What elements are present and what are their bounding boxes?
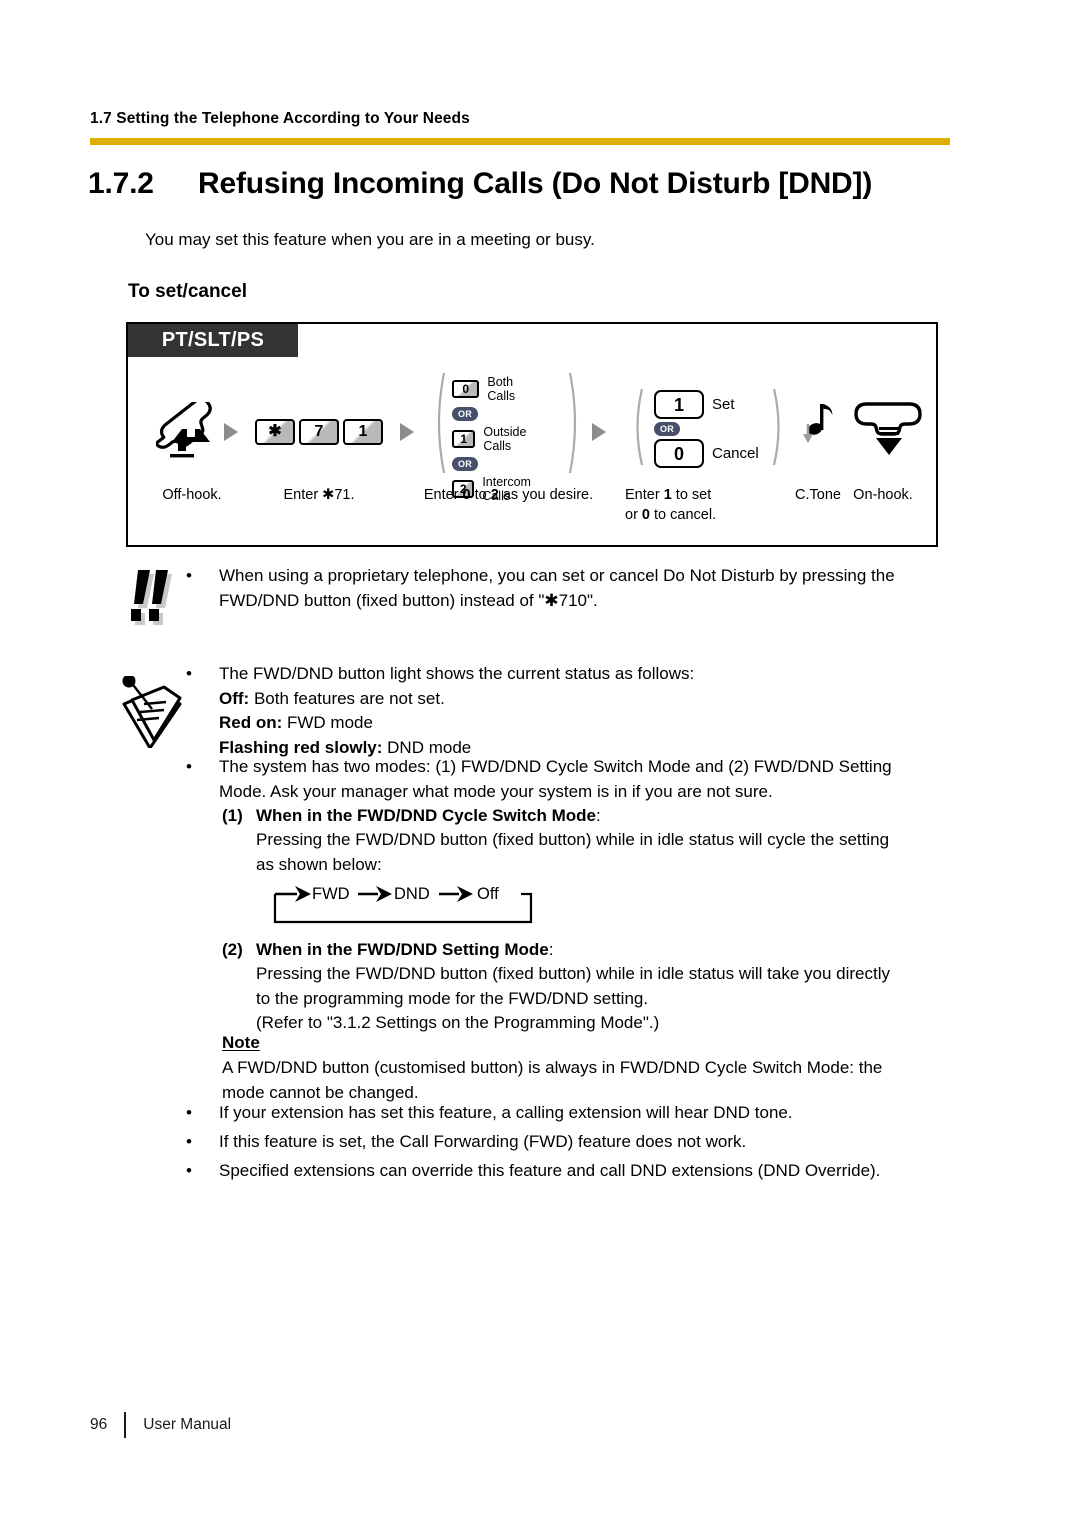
tail-bullet-3: Specified extensions can override this f… [219, 1161, 881, 1180]
confirmation-tone-icon [800, 402, 836, 451]
key-7[interactable]: 7 [299, 419, 339, 445]
cap-prefix: Enter [423, 487, 463, 503]
mode2-body-line-3: (Refer to "3.1.2 Settings on the Program… [256, 1013, 660, 1033]
note-bullet-1: • [186, 664, 192, 683]
tail-bullet-dot-1: • [186, 1103, 192, 1122]
key-star[interactable]: ✱ [255, 419, 295, 445]
option-row-both-calls[interactable]: 0 Both Calls [452, 375, 539, 403]
key-1-set[interactable]: 1 [654, 390, 704, 419]
status-off: Off: Both features are not set. [219, 687, 959, 712]
tail-bullet-1: If your extension has set this feature, … [219, 1103, 793, 1122]
cycle-label-fwd: FWD [312, 885, 350, 903]
option-label-cancel: Cancel [712, 445, 759, 462]
warning-line-1: When using a proprietary telephone, you … [219, 566, 895, 585]
option-row-set[interactable]: 1 Set [654, 390, 759, 419]
cap3-suffix: to cancel. [650, 506, 717, 523]
tail-bullet-dot-3: • [186, 1161, 192, 1180]
footer-separator [124, 1412, 127, 1438]
mode2-number: (2) [222, 940, 243, 959]
step-caption-enter-star71: Enter ✱71. [283, 487, 355, 503]
cap2-b: 1 [663, 487, 672, 503]
double-exclamation-icon [122, 568, 182, 635]
note-status-intro: The FWD/DND button light shows the curre… [219, 664, 695, 683]
option-label-both-calls: Both Calls [487, 375, 516, 403]
key-0[interactable]: 0 [452, 380, 480, 398]
header-rule [90, 138, 950, 145]
mode2-body-line-2: to the programming mode for the FWD/DND … [256, 988, 649, 1008]
note-status-block: The FWD/DND button light shows the curre… [219, 662, 959, 761]
cap2-prefix: Enter [625, 487, 664, 503]
tail-bullet-2: If this feature is set, the Call Forward… [219, 1132, 747, 1151]
cap-mid: to [470, 487, 491, 503]
mode2-heading: When in the FWD/DND Setting Mode: [256, 940, 553, 960]
fwd-dnd-cycle-diagram: FWD DND Off [255, 880, 545, 933]
option-row-outside-calls[interactable]: 1 Outside Calls [452, 425, 539, 453]
cycle-label-dnd: DND [394, 885, 430, 903]
procedure-box: PT/SLT/PS Off-hook. ✱ 7 1 Enter ✱71. 0 B… [126, 322, 938, 547]
step-arrow-1-icon [224, 423, 238, 441]
page-title-number: 1.7.2 [88, 167, 154, 200]
section-subheading: To set/cancel [128, 281, 247, 302]
notepad-pen-icon [118, 674, 184, 753]
step-caption-enter-0-to-2: Enter 0 to 2 as you desire. [411, 486, 606, 506]
mode2-body-line-1: Pressing the FWD/DND button (fixed butto… [256, 964, 890, 983]
warning-bullet: • [186, 566, 192, 585]
step-caption-onhook: On-hook. [853, 487, 913, 503]
two-modes-line-1: The system has two modes: (1) FWD/DND Cy… [219, 757, 892, 776]
note-body-line-1: A FWD/DND button (customised button) is … [222, 1058, 883, 1077]
note-title: Note [222, 1033, 260, 1052]
or-badge-1: OR [452, 407, 478, 421]
tail-bullet-dot-2: • [186, 1132, 192, 1151]
step-arrow-2-icon [400, 423, 414, 441]
warning-text: When using a proprietary telephone, you … [219, 564, 959, 613]
cap-b1: 0 [462, 487, 471, 503]
cap3-b: 0 [641, 506, 650, 523]
note-two-modes: The system has two modes: (1) FWD/DND Cy… [219, 755, 964, 804]
option-row-cancel[interactable]: 0 Cancel [654, 439, 759, 468]
phone-type-badge: PT/SLT/PS [128, 324, 298, 357]
mode1-heading-text: When in the FWD/DND Cycle Switch Mode [256, 806, 597, 825]
cap-suffix: as you desire. [498, 487, 594, 503]
cap2-suffix: to set [671, 487, 712, 503]
footer-doc-name: User Manual [143, 1416, 232, 1433]
status-red-on-label: Red on: [219, 713, 283, 733]
keypad-star71: ✱ 7 1 [255, 419, 383, 445]
or-badge-2: OR [452, 457, 478, 471]
running-head: 1.7 Setting the Telephone According to Y… [90, 110, 470, 127]
page-title: 1.7.2 Refusing Incoming Calls (Do Not Dis… [88, 167, 872, 201]
handset-onhook-icon [850, 396, 926, 463]
two-modes-line-2: Mode. Ask your manager what mode your sy… [219, 781, 773, 801]
mode1-number: (1) [222, 806, 243, 825]
mode1-body: Pressing the FWD/DND button (fixed butto… [256, 828, 956, 877]
handset-offhook-icon [154, 397, 228, 469]
key-1[interactable]: 1 [452, 430, 476, 448]
status-red-on: Red on: FWD mode [219, 711, 959, 736]
option-label-outside-calls: Outside Calls [483, 425, 527, 453]
mode1-body-line-2: as shown below: [256, 854, 382, 874]
warning-line-2: FWD/DND button (fixed button) instead of… [219, 590, 598, 610]
option-label-set: Set [712, 396, 735, 413]
status-off-label: Off: [219, 688, 250, 708]
or-badge-3: OR [654, 422, 680, 436]
step-arrow-3-icon [592, 423, 606, 441]
key-1[interactable]: 1 [343, 419, 383, 445]
note-body: A FWD/DND button (customised button) is … [222, 1056, 962, 1105]
mode1-body-line-1: Pressing the FWD/DND button (fixed butto… [256, 830, 890, 849]
page-title-text: Refusing Incoming Calls (Do Not Disturb … [198, 167, 873, 200]
cap-b2: 2 [490, 487, 499, 503]
mode2-heading-text: When in the FWD/DND Setting Mode [256, 940, 549, 959]
footer-page-number: 96 [90, 1416, 108, 1433]
mode1-colon: : [596, 806, 601, 825]
status-off-text: Both features are not set. [249, 688, 445, 708]
key-0-cancel[interactable]: 0 [654, 439, 704, 468]
cycle-label-off: Off [477, 885, 499, 903]
mode2-colon: : [548, 940, 554, 959]
note-bullet-2: • [186, 757, 192, 776]
mode2-body: Pressing the FWD/DND button (fixed butto… [256, 962, 961, 1036]
cap3-prefix: or [625, 506, 642, 523]
status-red-on-text: FWD mode [282, 713, 373, 733]
mode1-heading: When in the FWD/DND Cycle Switch Mode: [256, 806, 601, 826]
page-footer: 96 User Manual [90, 1412, 231, 1438]
intro-paragraph: You may set this feature when you are in… [145, 230, 595, 249]
